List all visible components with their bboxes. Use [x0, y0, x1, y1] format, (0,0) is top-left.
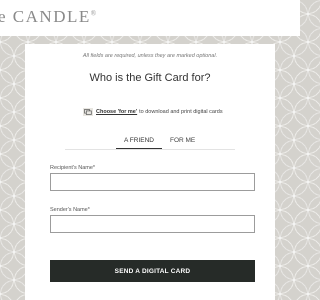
tab-divider	[65, 149, 235, 150]
tip-text: to download and print digital cards	[139, 109, 223, 115]
required-fields-note: All fields are required, unless they are…	[82, 53, 218, 59]
brand-logo-text: e CANDLE	[0, 7, 91, 26]
tab-a-friend[interactable]: A FRIEND	[116, 135, 162, 149]
send-digital-card-button[interactable]: SEND A DIGITAL CARD	[50, 260, 255, 282]
choose-for-me-link[interactable]: Choose 'for me'	[96, 109, 137, 115]
recipient-name-field[interactable]	[50, 173, 255, 191]
registered-mark: ®	[90, 9, 97, 18]
for-me-tip: Choose 'for me' to download and print di…	[83, 107, 223, 117]
recipient-name-label: Recipient's Name*	[50, 165, 96, 171]
gift-card-form: All fields are required, unless they are…	[25, 44, 275, 300]
recipient-tabs: A FRIEND FOR ME	[116, 135, 203, 149]
cards-icon-graphic	[84, 109, 92, 115]
cards-icon	[83, 108, 93, 116]
tab-for-me[interactable]: FOR ME	[162, 135, 203, 149]
sender-name-label: Sender's Name*	[50, 207, 90, 213]
form-heading: Who is the Gift Card for?	[89, 72, 211, 84]
brand-logo[interactable]: e CANDLE®	[0, 7, 96, 27]
sender-name-field[interactable]	[50, 215, 255, 233]
site-header: e CANDLE®	[0, 0, 300, 36]
